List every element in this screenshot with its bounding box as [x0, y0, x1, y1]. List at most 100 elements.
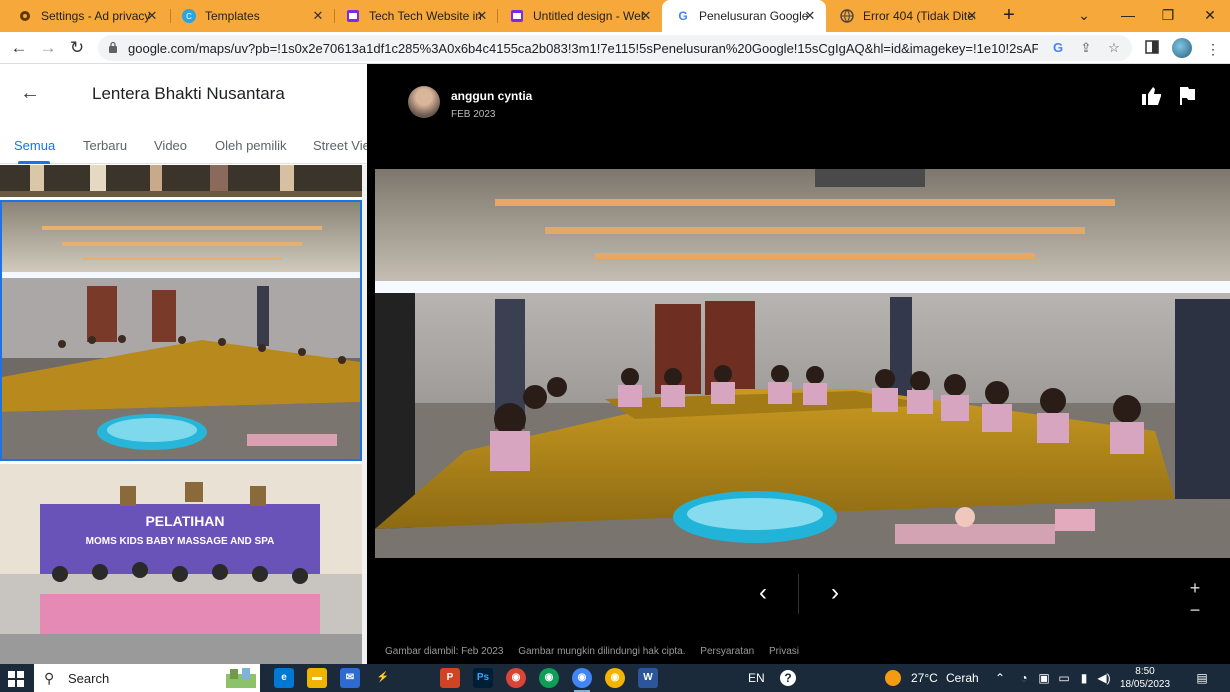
- restore-button[interactable]: ❐: [1148, 0, 1188, 30]
- profile-avatar[interactable]: [1172, 38, 1192, 58]
- system-clock[interactable]: 8:50 18/05/2023: [1120, 665, 1170, 691]
- zoom-out-button[interactable]: −: [1185, 600, 1205, 620]
- tab-oleh-pemilik[interactable]: Oleh pemilik: [215, 138, 287, 153]
- flag-icon[interactable]: [1175, 84, 1199, 108]
- tab-search-chevron-icon[interactable]: ⌄: [1064, 0, 1104, 30]
- svg-text:G: G: [678, 9, 687, 23]
- app-bolt-icon[interactable]: ⚡: [373, 668, 393, 688]
- browser-tab-strip: Settings - Ad privacy ✕ C Templates ✕ Te…: [0, 0, 1230, 32]
- weather-sun-icon: [885, 670, 901, 686]
- bookmark-star-icon[interactable]: ☆: [1106, 40, 1122, 56]
- svg-text:C: C: [186, 12, 192, 21]
- back-button[interactable]: ←: [9, 38, 29, 58]
- tab-video[interactable]: Video: [154, 138, 187, 153]
- meet-icon[interactable]: ▣: [1036, 670, 1052, 686]
- forward-button[interactable]: →: [38, 38, 58, 58]
- side-panel-icon[interactable]: [1143, 40, 1161, 58]
- tab-error-404[interactable]: Error 404 (Tidak Diten ✕: [826, 0, 988, 32]
- photo-list-panel: ← Lentera Bhakti Nusantara Semua Terbaru…: [0, 64, 367, 664]
- tab-tech-tech-website[interactable]: Tech Tech Website in T ✕: [332, 0, 498, 32]
- volume-icon[interactable]: ◀): [1096, 670, 1112, 686]
- windows-taskbar: ⚲ Search e ▬ ✉ ⚡ P Ps ◉ ◉ ◉ ◉ W EN ? 27°…: [0, 664, 1230, 692]
- photo-thumbnail-selected[interactable]: [0, 200, 362, 461]
- privacy-link[interactable]: Privasi: [769, 646, 799, 657]
- taskbar-search[interactable]: ⚲ Search: [34, 664, 260, 692]
- tab-street-view[interactable]: Street View: [313, 138, 367, 153]
- close-tab-icon[interactable]: ✕: [964, 8, 980, 24]
- photo-thumbnail[interactable]: [0, 165, 362, 197]
- browser-toolbar: ← → ↻ google.com/maps/uv?pb=!1s0x2e70613…: [0, 32, 1230, 64]
- tab-terbaru[interactable]: Terbaru: [83, 138, 127, 153]
- close-tab-icon[interactable]: ✕: [310, 8, 326, 24]
- display-icon[interactable]: ▭: [1056, 670, 1072, 686]
- photo-taken-date: Gambar diambil: Feb 2023: [385, 646, 504, 657]
- banner-title: PELATIHAN: [145, 513, 224, 529]
- banner-subtitle: MOMS KIDS BABY MASSAGE AND SPA: [86, 536, 275, 547]
- photoshop-icon[interactable]: Ps: [473, 668, 493, 688]
- tab-semua[interactable]: Semua: [14, 138, 55, 153]
- reload-button[interactable]: ↻: [67, 38, 87, 58]
- author-avatar[interactable]: [408, 86, 440, 118]
- tray-chevron-icon[interactable]: ⌃: [992, 670, 1008, 686]
- new-tab-button[interactable]: +: [998, 5, 1020, 27]
- tab-untitled-design[interactable]: Untitled design - Web ✕: [496, 0, 662, 32]
- chrome-icon[interactable]: ◉: [605, 668, 625, 688]
- tab-settings-ad-privacy[interactable]: Settings - Ad privacy ✕: [4, 0, 168, 32]
- file-explorer-icon[interactable]: ▬: [307, 668, 327, 688]
- viewer-footer: Gambar diambil: Feb 2023 Gambar mungkin …: [385, 646, 811, 657]
- powerpoint-icon[interactable]: P: [440, 668, 460, 688]
- close-tab-icon[interactable]: ✕: [144, 8, 160, 24]
- help-icon[interactable]: ?: [780, 670, 796, 686]
- photo-thumbnail-list: PELATIHAN MOMS KIDS BABY MASSAGE AND SPA: [0, 165, 362, 664]
- photo-filter-tabs: Semua Terbaru Video Oleh pemilik Street …: [0, 130, 367, 164]
- battery-icon[interactable]: ▮: [1076, 670, 1092, 686]
- task-view-icon[interactable]: e: [274, 668, 294, 688]
- notifications-icon[interactable]: ▤: [1194, 670, 1210, 686]
- author-name[interactable]: anggun cyntia: [451, 89, 532, 103]
- weather-condition[interactable]: Cerah: [946, 671, 979, 685]
- main-photo[interactable]: [375, 169, 1230, 558]
- word-icon[interactable]: W: [638, 668, 658, 688]
- next-photo-button[interactable]: ›: [820, 581, 850, 606]
- tab-templates[interactable]: C Templates ✕: [168, 0, 334, 32]
- active-tab-indicator: [18, 161, 50, 164]
- zoom-in-button[interactable]: +: [1185, 578, 1205, 598]
- canva-design-icon: [510, 9, 524, 23]
- minimize-button[interactable]: —: [1108, 0, 1148, 30]
- gear-icon: [18, 9, 32, 23]
- search-icon: ⚲: [44, 670, 55, 686]
- close-tab-icon[interactable]: ✕: [802, 8, 818, 24]
- copyright-note: Gambar mungkin dilindungi hak cipta.: [518, 646, 686, 657]
- canva-design-icon: [346, 9, 360, 23]
- search-highlight-icon: [226, 668, 256, 688]
- back-arrow-icon[interactable]: ←: [20, 83, 40, 103]
- arrow-separator: [798, 574, 799, 614]
- canva-icon: C: [182, 9, 196, 23]
- photo-thumbnail[interactable]: PELATIHAN MOMS KIDS BABY MASSAGE AND SPA: [0, 464, 362, 664]
- tab-penelusuran-google[interactable]: G Penelusuran Google ✕: [662, 0, 826, 32]
- close-tab-icon[interactable]: ✕: [474, 8, 490, 24]
- thumbs-up-icon[interactable]: [1140, 84, 1164, 108]
- close-window-button[interactable]: ✕: [1190, 0, 1230, 30]
- address-bar[interactable]: google.com/maps/uv?pb=!1s0x2e70613a1df1c…: [98, 35, 1132, 61]
- photo-viewer: anggun cyntia FEB 2023 ‹ › + − Gambar di…: [367, 64, 1230, 664]
- terms-link[interactable]: Persyaratan: [700, 646, 754, 657]
- google-lens-icon[interactable]: G: [1050, 40, 1066, 56]
- windows-start-icon[interactable]: [8, 671, 24, 687]
- temperature[interactable]: 27°C: [911, 671, 938, 685]
- share-icon[interactable]: ⇪: [1078, 40, 1094, 56]
- photo-date: FEB 2023: [451, 109, 496, 120]
- previous-photo-button[interactable]: ‹: [748, 581, 778, 606]
- chrome-icon[interactable]: ◉: [572, 668, 592, 692]
- more-menu-icon[interactable]: ⋮: [1204, 40, 1222, 58]
- language-indicator[interactable]: EN: [748, 671, 765, 685]
- google-icon: G: [676, 9, 690, 23]
- place-title: Lentera Bhakti Nusantara: [92, 84, 285, 103]
- close-tab-icon[interactable]: ✕: [638, 8, 654, 24]
- mail-icon[interactable]: ✉: [340, 668, 360, 688]
- chrome-icon[interactable]: ◉: [539, 668, 559, 688]
- globe-icon: [840, 9, 854, 23]
- chrome-icon[interactable]: ◉: [506, 668, 526, 688]
- url-text: google.com/maps/uv?pb=!1s0x2e70613a1df1c…: [128, 41, 1038, 56]
- network-icon[interactable]: ◔: [1016, 670, 1032, 686]
